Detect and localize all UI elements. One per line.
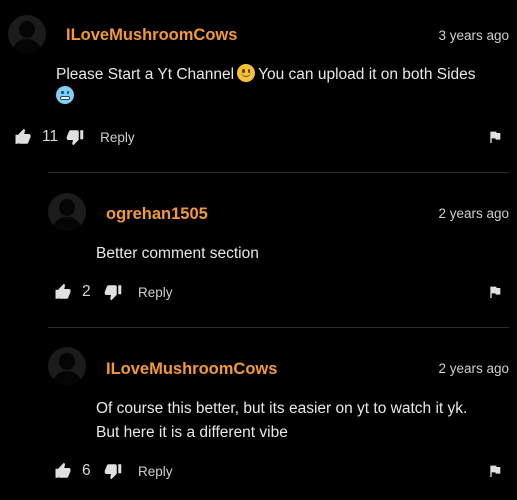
thumb-up-icon[interactable] (54, 283, 72, 301)
slightly-smiling-face-icon (237, 64, 256, 82)
like-count: 2 (82, 283, 91, 300)
like-count: 11 (42, 128, 59, 145)
avatar[interactable] (48, 347, 86, 385)
thumb-up-icon[interactable] (54, 462, 72, 480)
comment-text-part: You can upload it on both Sides (258, 66, 476, 83)
comment-actions: 6 Reply (54, 461, 173, 481)
comment-timestamp: 2 years ago (438, 206, 509, 221)
avatar-body (13, 39, 41, 53)
cold-face-icon (56, 86, 74, 104)
comment-text: Of course this better, but its easier on… (96, 400, 468, 417)
comment-actions: 11 Reply (14, 127, 135, 147)
reply-comment: ILoveMushroomCows 2 years ago Of course … (0, 327, 517, 500)
reply-button[interactable]: Reply (138, 464, 173, 479)
comment-text: Better comment section (96, 245, 259, 262)
comment-text-part: Please Start a Yt Channel (56, 66, 235, 83)
comment-timestamp: 3 years ago (438, 28, 509, 43)
comment: ILoveMushroomCows 3 years ago Please Sta… (0, 0, 517, 172)
thumb-up-icon[interactable] (14, 128, 32, 146)
flag-icon[interactable] (487, 128, 503, 146)
avatar[interactable] (8, 15, 46, 53)
comment-actions: 2 Reply (54, 282, 173, 302)
thumb-down-icon[interactable] (104, 462, 122, 480)
reply-button[interactable]: Reply (100, 130, 135, 145)
avatar-body (53, 217, 81, 231)
avatar-body (53, 371, 81, 385)
avatar-head (19, 21, 35, 38)
avatar[interactable] (48, 193, 86, 231)
flag-icon[interactable] (487, 462, 503, 480)
reply-button[interactable]: Reply (138, 285, 173, 300)
comment-thread: ILoveMushroomCows 3 years ago Please Sta… (0, 0, 517, 500)
comment-timestamp: 2 years ago (438, 361, 509, 376)
reply-comment: ogrehan1505 2 years ago Better comment s… (0, 172, 517, 327)
avatar-head (59, 199, 75, 216)
thumb-down-icon[interactable] (104, 283, 122, 301)
comment-username[interactable]: ILoveMushroomCows (106, 360, 277, 379)
comment-username[interactable]: ogrehan1505 (106, 205, 208, 224)
avatar-head (59, 353, 75, 370)
comment-username[interactable]: ILoveMushroomCows (66, 26, 237, 45)
flag-icon[interactable] (487, 283, 503, 301)
comment-text: Please Start a Yt Channel You can upload … (56, 64, 476, 86)
thumb-down-icon[interactable] (66, 128, 84, 146)
like-count: 6 (82, 462, 91, 479)
comment-text: But here it is a different vibe (96, 424, 288, 441)
comment-text-line (56, 86, 77, 108)
